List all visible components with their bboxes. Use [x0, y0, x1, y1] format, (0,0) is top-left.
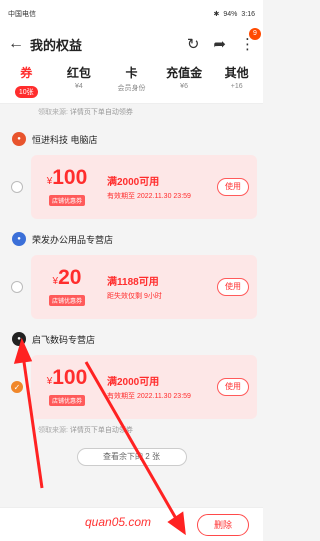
tab-recharge[interactable]: 充值金 ¥6: [160, 64, 208, 90]
coupon-tag: 店铺优惠券: [48, 395, 85, 406]
tab-sub: ¥6: [180, 83, 188, 90]
share-icon[interactable]: ➦: [213, 35, 226, 53]
tab-label: 券: [20, 66, 33, 80]
tab-red-packets[interactable]: 红包 ¥4: [55, 64, 103, 90]
battery-text: 94%: [223, 10, 238, 18]
refresh-icon[interactable]: ↻: [187, 35, 200, 53]
tab-label: 卡: [125, 66, 138, 80]
coupon-row: ¥20 店铺优惠券 满1188可用 距失效仅剩 9小时 使用: [0, 252, 263, 322]
header: ← 我的权益 ↻ ➦ ⋮ 9: [0, 28, 263, 60]
coupon-card[interactable]: ¥100 店铺优惠券 满2000可用 有效期至 2022.11.30 23:59…: [31, 355, 257, 419]
select-radio-checked[interactable]: ✓: [11, 381, 23, 393]
time-text: 3:16: [241, 10, 255, 18]
shop-header[interactable]: ● 启飞数码专营店: [0, 326, 263, 352]
tab-sub: +16: [230, 83, 243, 90]
tab-sub: 会员身份: [117, 85, 146, 92]
more-menu-icon[interactable]: ⋮ 9: [240, 28, 261, 53]
use-button[interactable]: 使用: [217, 178, 249, 196]
view-more-button[interactable]: 查看余下的 2 张: [76, 448, 187, 466]
coupon-validity: 距失效仅剩 9小时: [107, 293, 162, 300]
coupon-list: 领取来源: 详情页下单自动领券 ● 恒进科技 电脑店 ¥100 店铺优惠券 满2…: [0, 104, 263, 541]
shop-header[interactable]: ● 恒进科技 电脑店: [0, 126, 263, 152]
page-title: 我的权益: [30, 37, 83, 53]
coupon-condition: 满2000可用: [107, 177, 160, 188]
shop-header[interactable]: ● 荣发办公用品专营店: [0, 226, 263, 252]
coupon-row: ✓ ¥100 店铺优惠券 满2000可用 有效期至 2022.11.30 23:…: [0, 352, 263, 422]
tab-coupons[interactable]: 券 10张: [2, 64, 50, 99]
shop-name: 恒进科技 电脑店: [32, 134, 98, 145]
bluetooth-icon: ✱: [213, 11, 220, 18]
select-radio[interactable]: [11, 281, 23, 293]
carrier-text: 中国电信: [8, 11, 36, 18]
tab-other[interactable]: 其他 +16: [213, 64, 261, 90]
delete-button[interactable]: 删除: [197, 513, 249, 536]
shop-logo: ●: [12, 132, 26, 146]
coupon-condition: 满1188可用: [107, 277, 159, 288]
bottom-bar: quan05.com 删除: [0, 507, 263, 541]
tab-label: 其他: [224, 66, 249, 80]
coupon-row: ¥100 店铺优惠券 满2000可用 有效期至 2022.11.30 23:59…: [0, 152, 263, 222]
shop-name: 荣发办公用品专营店: [32, 234, 114, 245]
cart-badge: 9: [249, 28, 261, 40]
watermark-text: quan05.com: [85, 515, 152, 529]
tab-sub: 10张: [14, 86, 38, 98]
coupon-card[interactable]: ¥20 店铺优惠券 满1188可用 距失效仅剩 9小时 使用: [31, 255, 257, 319]
coupon-tag: 店铺优惠券: [48, 295, 85, 306]
coupon-source: 领取来源: 详情页下单自动领券: [38, 109, 133, 116]
use-button[interactable]: 使用: [217, 378, 249, 396]
coupon-source: 领取来源: 详情页下单自动领券: [38, 427, 133, 434]
back-arrow-icon[interactable]: ←: [8, 35, 30, 53]
shop-logo: ●: [12, 232, 26, 246]
coupon-amount: 100: [52, 366, 88, 389]
tab-sub: ¥4: [74, 83, 83, 90]
tab-label: 红包: [66, 66, 91, 80]
shop-logo: ●: [12, 332, 26, 346]
coupon-condition: 满2000可用: [107, 377, 160, 388]
coupon-card[interactable]: ¥100 店铺优惠券 满2000可用 有效期至 2022.11.30 23:59…: [31, 155, 257, 219]
shop-name: 启飞数码专营店: [32, 334, 96, 345]
coupon-validity: 有效期至 2022.11.30 23:59: [107, 193, 191, 200]
status-bar: 中国电信 ✱ 94% 3:16: [0, 0, 263, 28]
tab-label: 充值金: [166, 66, 203, 80]
select-radio[interactable]: [11, 181, 23, 193]
tab-cards[interactable]: 卡 会员身份: [107, 64, 155, 93]
tab-bar: 券 10张 红包 ¥4 卡 会员身份 充值金 ¥6 其他 +16: [0, 60, 263, 104]
use-button[interactable]: 使用: [217, 278, 249, 296]
coupon-tag: 店铺优惠券: [48, 195, 85, 206]
coupon-amount: 20: [58, 266, 82, 289]
coupon-amount: 100: [52, 166, 88, 189]
coupon-validity: 有效期至 2022.11.30 23:59: [107, 393, 191, 400]
